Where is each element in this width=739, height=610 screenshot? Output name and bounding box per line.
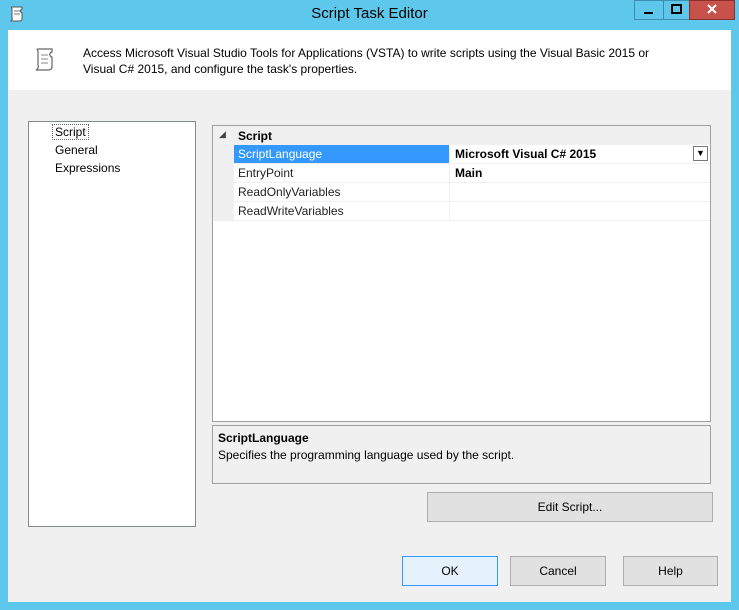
nav-item-expressions[interactable]: Expressions bbox=[53, 161, 122, 175]
maximize-icon bbox=[671, 4, 682, 14]
property-value[interactable] bbox=[451, 202, 710, 220]
property-name[interactable]: ReadOnlyVariables bbox=[234, 183, 450, 201]
property-value-text: Microsoft Visual C# 2015 bbox=[455, 147, 597, 161]
collapse-arrow-icon[interactable]: ◢ bbox=[219, 129, 226, 140]
property-description-panel: ScriptLanguage Specifies the programming… bbox=[212, 425, 711, 484]
title-bar[interactable]: Script Task Editor bbox=[0, 0, 739, 30]
property-name[interactable]: ScriptLanguage bbox=[234, 145, 450, 163]
edit-script-button[interactable]: Edit Script... bbox=[427, 492, 713, 522]
category-script[interactable]: ◢ Script bbox=[213, 126, 710, 145]
close-button[interactable] bbox=[689, 0, 735, 20]
nav-item-script[interactable]: Script bbox=[52, 124, 89, 140]
minimize-icon bbox=[644, 12, 653, 14]
category-label: Script bbox=[238, 129, 273, 143]
grid-gutter bbox=[213, 145, 234, 221]
description-title: ScriptLanguage bbox=[218, 431, 309, 445]
ok-button[interactable]: OK bbox=[402, 556, 498, 586]
page-navigation-list[interactable]: Script General Expressions bbox=[28, 121, 196, 527]
chevron-down-icon: ▼ bbox=[696, 148, 705, 158]
nav-item-general[interactable]: General bbox=[53, 143, 100, 157]
property-row-readonlyvariables[interactable]: ReadOnlyVariables bbox=[234, 183, 710, 202]
property-value[interactable]: Main bbox=[451, 164, 710, 182]
help-button[interactable]: Help bbox=[623, 556, 718, 586]
property-row-readwritevariables[interactable]: ReadWriteVariables bbox=[234, 202, 710, 221]
property-value[interactable]: Microsoft Visual C# 2015 ▼ bbox=[451, 145, 710, 163]
description-text: Specifies the programming language used … bbox=[218, 448, 515, 462]
property-row-entrypoint[interactable]: EntryPoint Main bbox=[234, 164, 710, 183]
dropdown-button[interactable]: ▼ bbox=[693, 146, 708, 161]
property-value[interactable] bbox=[451, 183, 710, 201]
cancel-button[interactable]: Cancel bbox=[510, 556, 606, 586]
property-grid[interactable]: ◢ Script ScriptLanguage Microsoft Visual… bbox=[212, 125, 711, 422]
maximize-button[interactable] bbox=[663, 0, 690, 20]
dialog-client-area: Access Microsoft Visual Studio Tools for… bbox=[8, 30, 731, 602]
window-title: Script Task Editor bbox=[311, 5, 428, 22]
close-icon bbox=[707, 4, 717, 14]
header-panel: Access Microsoft Visual Studio Tools for… bbox=[8, 30, 731, 90]
header-description: Access Microsoft Visual Studio Tools for… bbox=[83, 46, 650, 76]
property-row-scriptlanguage[interactable]: ScriptLanguage Microsoft Visual C# 2015 … bbox=[234, 145, 710, 164]
minimize-button[interactable] bbox=[634, 0, 664, 20]
dialog-window: Script Task Editor Access Microsoft Visu… bbox=[0, 0, 739, 610]
property-name[interactable]: ReadWriteVariables bbox=[234, 202, 450, 220]
property-name[interactable]: EntryPoint bbox=[234, 164, 450, 182]
script-scroll-icon bbox=[35, 48, 53, 71]
